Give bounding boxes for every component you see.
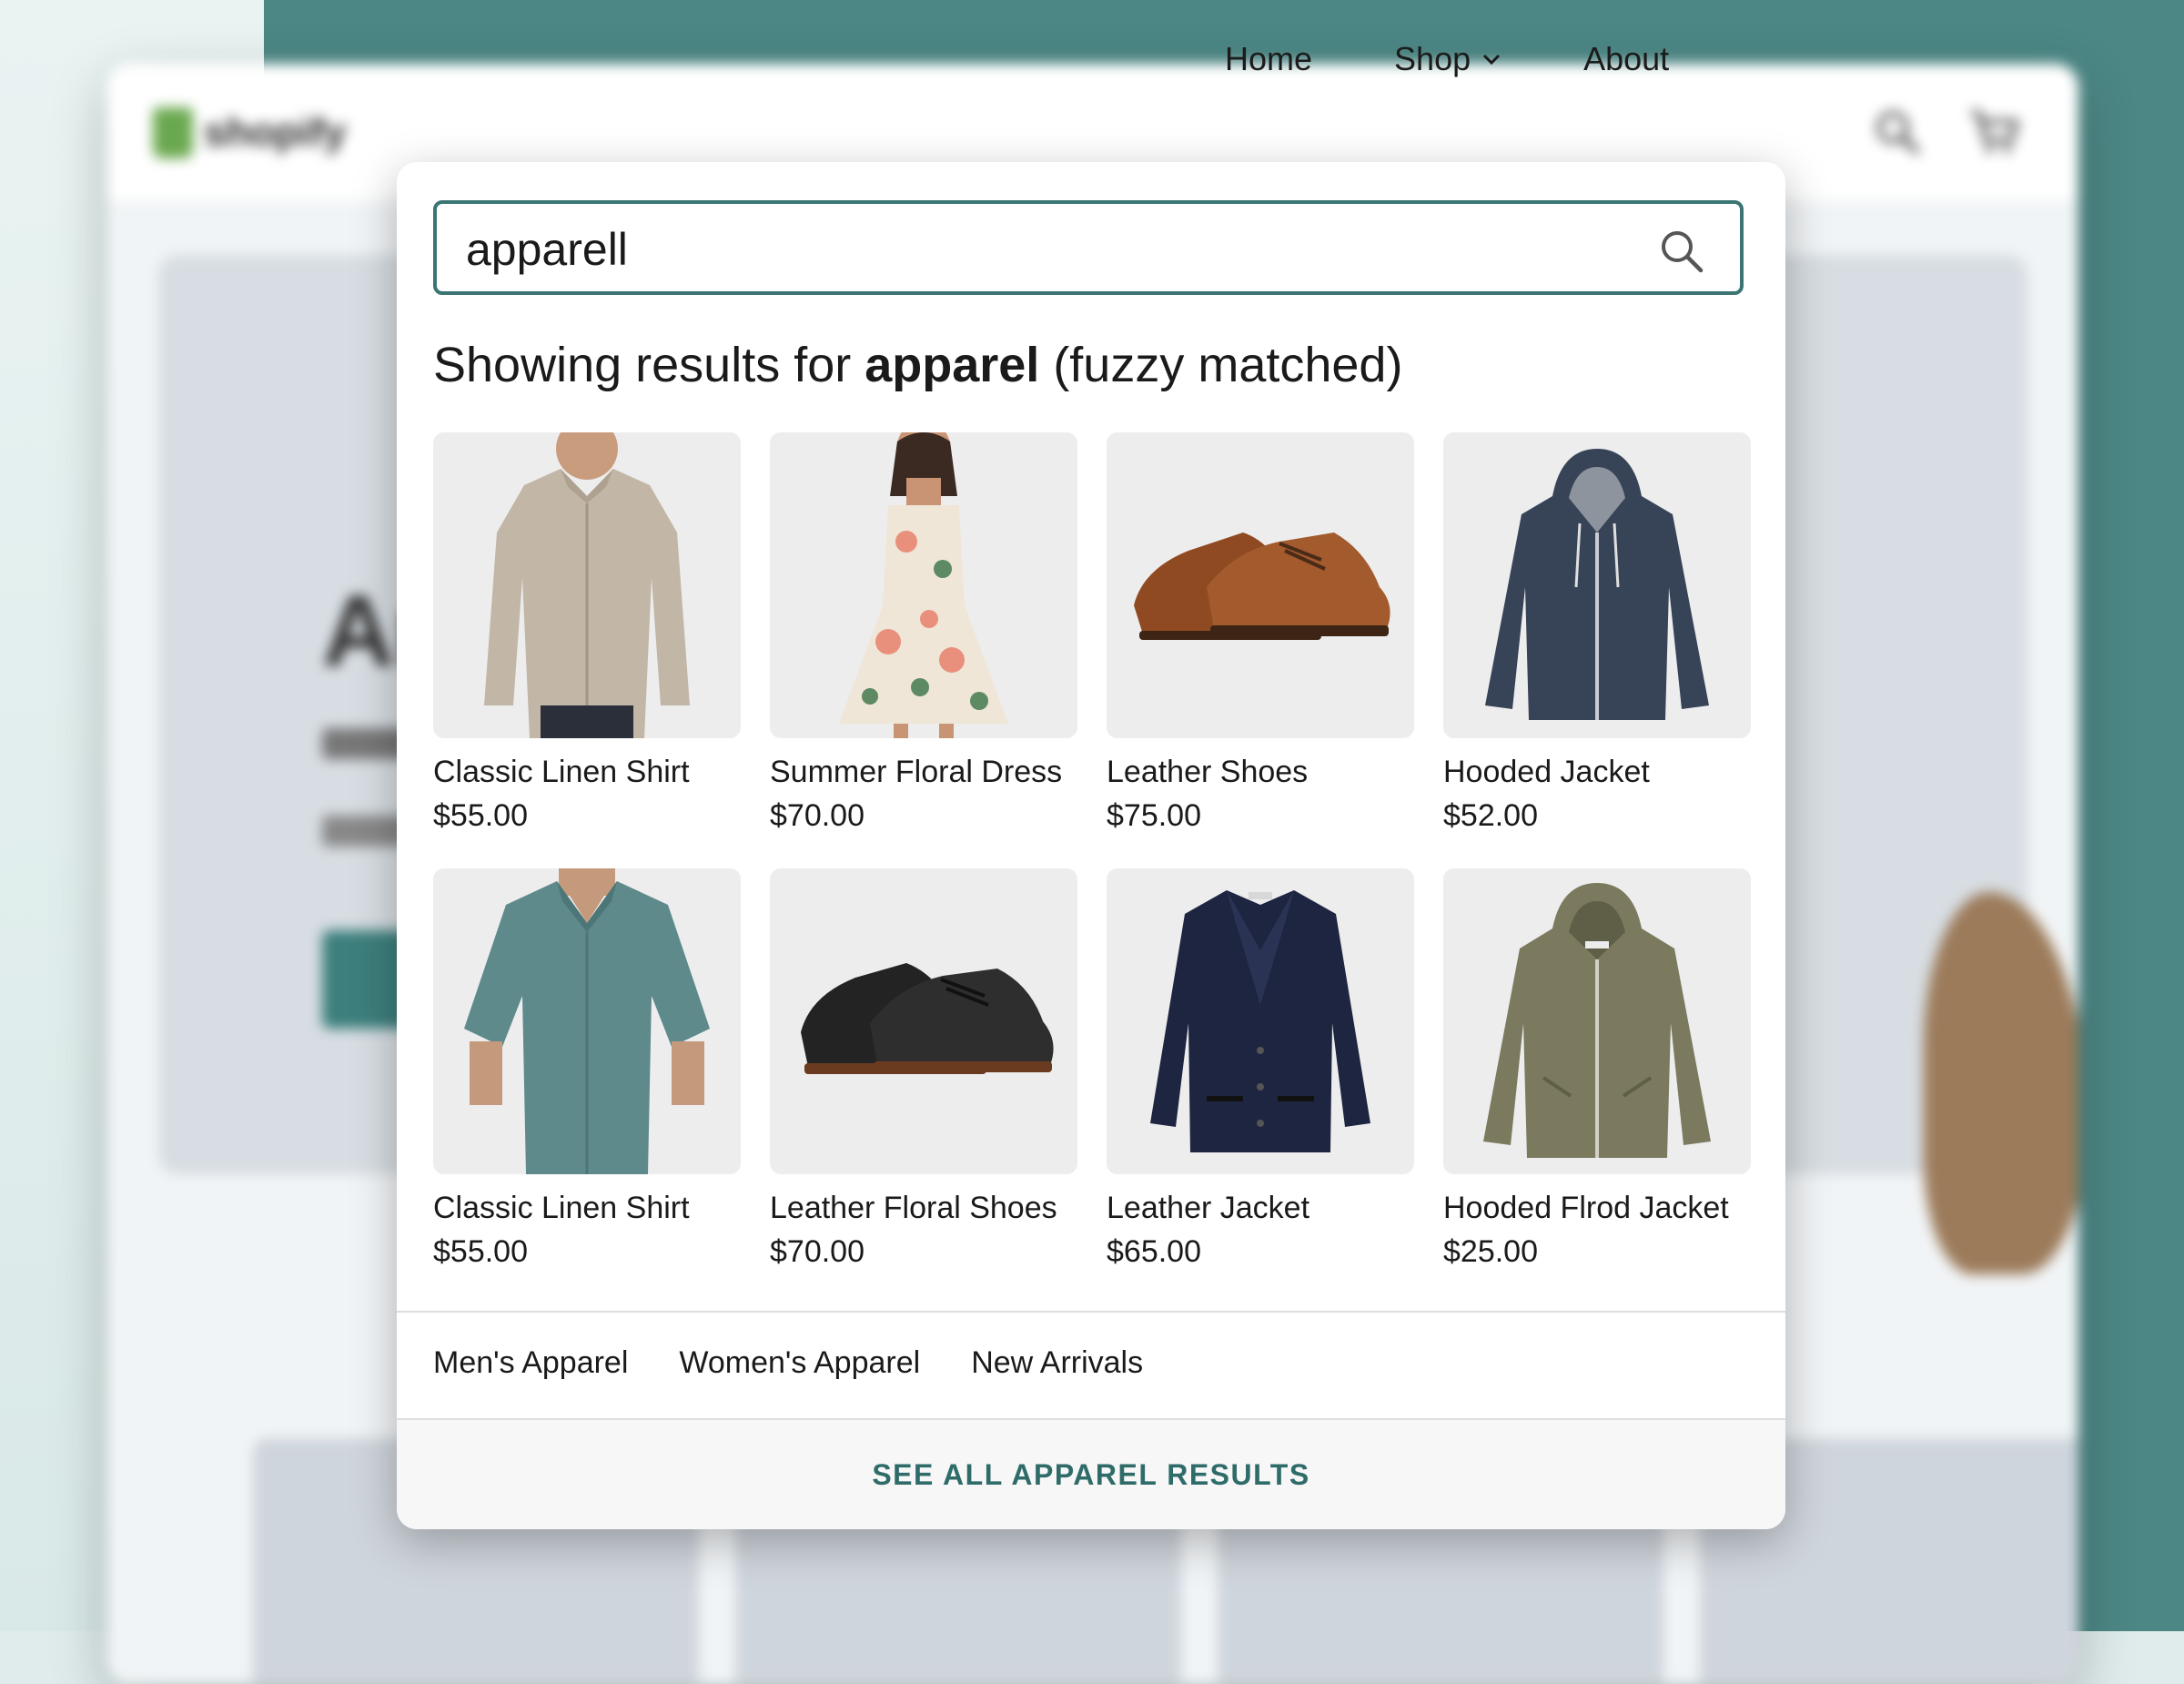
product-price: $55.00 bbox=[433, 798, 528, 833]
product-card[interactable]: Leather Jacket $65.00 bbox=[1107, 868, 1414, 1273]
product-price: $70.00 bbox=[770, 1234, 864, 1269]
store-logo-text: shopify bbox=[204, 110, 347, 155]
product-image[interactable] bbox=[1107, 432, 1414, 738]
product-card[interactable]: Hooded Jacket $52.00 bbox=[1443, 432, 1751, 837]
product-image[interactable] bbox=[1107, 868, 1414, 1174]
product-name[interactable]: Summer Floral Dress bbox=[770, 755, 1062, 790]
product-image[interactable] bbox=[433, 868, 741, 1174]
cart-icon[interactable] bbox=[1967, 107, 2022, 157]
category-link-new-arrivals[interactable]: New Arrivals bbox=[971, 1345, 1143, 1381]
search-field[interactable] bbox=[433, 200, 1744, 295]
results-heading-prefix: Showing results for bbox=[433, 338, 865, 392]
category-links: Men's Apparel Women's Apparel New Arriva… bbox=[433, 1345, 1143, 1381]
nav-shop[interactable]: Shop bbox=[1394, 40, 1502, 78]
shopping-bag-logo-icon bbox=[153, 107, 193, 158]
search-input[interactable] bbox=[466, 220, 1649, 279]
see-all-results-button[interactable]: SEE ALL APPAREL RESULTS bbox=[397, 1420, 1785, 1529]
teal-linen-shirt-icon bbox=[464, 868, 710, 1174]
results-heading-term: apparel bbox=[864, 338, 1040, 392]
product-card[interactable]: Classic Linen Shirt $55.00 bbox=[433, 868, 741, 1273]
search-icon[interactable] bbox=[1658, 228, 1705, 275]
main-nav: Home Shop About bbox=[1225, 40, 1669, 78]
product-card[interactable]: Summer Floral Dress $70.00 bbox=[770, 432, 1077, 837]
nav-home[interactable]: Home bbox=[1225, 40, 1312, 78]
product-name[interactable]: Leather Shoes bbox=[1107, 755, 1308, 790]
store-logo: shopify bbox=[153, 107, 346, 158]
product-price: $52.00 bbox=[1443, 798, 1538, 833]
category-link-womens[interactable]: Women's Apparel bbox=[679, 1345, 920, 1381]
product-name[interactable]: Hooded Flrod Jacket bbox=[1443, 1191, 1729, 1226]
product-name[interactable]: Leather Jacket bbox=[1107, 1191, 1309, 1226]
beige-linen-shirt-icon bbox=[484, 432, 690, 738]
category-link-mens[interactable]: Men's Apparel bbox=[433, 1345, 628, 1381]
brown-leather-shoes-icon bbox=[1134, 533, 1390, 640]
product-price: $65.00 bbox=[1107, 1234, 1201, 1269]
product-card[interactable]: Leather Floral Shoes $70.00 bbox=[770, 868, 1077, 1273]
nav-about[interactable]: About bbox=[1583, 40, 1669, 78]
product-image[interactable] bbox=[433, 432, 741, 738]
product-image[interactable] bbox=[770, 432, 1077, 738]
product-price: $75.00 bbox=[1107, 798, 1201, 833]
product-name[interactable]: Classic Linen Shirt bbox=[433, 1191, 690, 1226]
product-image[interactable] bbox=[770, 868, 1077, 1174]
chevron-down-icon bbox=[1483, 54, 1501, 66]
header-search-icon[interactable] bbox=[1873, 107, 1922, 157]
floral-dress-icon bbox=[839, 432, 1008, 738]
see-all-results-label: SEE ALL APPAREL RESULTS bbox=[872, 1457, 1310, 1491]
product-image[interactable] bbox=[1443, 868, 1751, 1174]
product-name[interactable]: Leather Floral Shoes bbox=[770, 1191, 1057, 1226]
results-heading-suffix: (fuzzy matched) bbox=[1039, 338, 1403, 392]
product-price: $55.00 bbox=[433, 1234, 528, 1269]
product-grid: Classic Linen Shirt $55.00 Summer Floral… bbox=[433, 432, 1751, 1273]
product-price: $70.00 bbox=[770, 798, 864, 833]
results-heading: Showing results for apparel (fuzzy match… bbox=[433, 337, 1402, 393]
product-card[interactable]: Classic Linen Shirt $55.00 bbox=[433, 432, 741, 837]
product-card[interactable]: Hooded Flrod Jacket $25.00 bbox=[1443, 868, 1751, 1273]
divider bbox=[397, 1311, 1785, 1313]
product-price: $25.00 bbox=[1443, 1234, 1538, 1269]
header-icons bbox=[1873, 107, 2022, 157]
navy-coat-icon bbox=[1150, 890, 1370, 1152]
navy-hooded-jacket-icon bbox=[1485, 449, 1709, 720]
olive-hooded-jacket-icon bbox=[1483, 883, 1711, 1158]
hero-model-image bbox=[1924, 892, 2078, 1274]
product-name[interactable]: Classic Linen Shirt bbox=[433, 755, 690, 790]
product-image[interactable] bbox=[1443, 432, 1751, 738]
black-leather-shoes-icon bbox=[801, 963, 1054, 1074]
search-results-panel: Showing results for apparel (fuzzy match… bbox=[397, 162, 1785, 1529]
nav-shop-label: Shop bbox=[1394, 40, 1471, 77]
product-name[interactable]: Hooded Jacket bbox=[1443, 755, 1650, 790]
product-card[interactable]: Leather Shoes $75.00 bbox=[1107, 432, 1414, 837]
